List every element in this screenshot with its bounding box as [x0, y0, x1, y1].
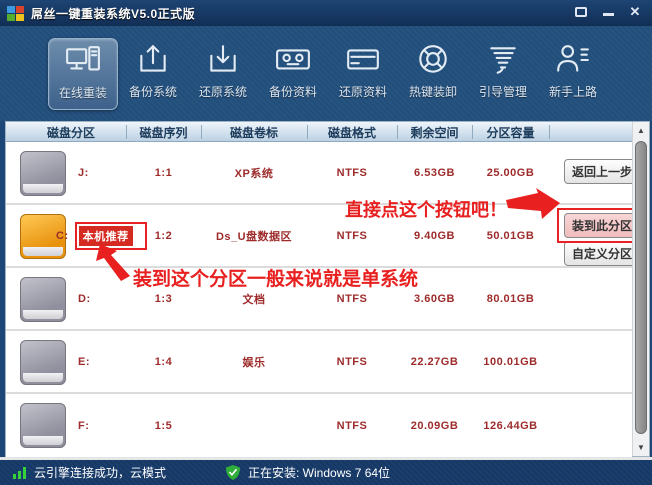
free-space: 20.09GB: [397, 394, 472, 457]
toolbar-item-restore-data[interactable]: 还原资料: [328, 38, 398, 110]
capacity: 25.00GB: [472, 142, 549, 203]
volume-label: [201, 394, 307, 457]
back-button[interactable]: 返回上一步: [564, 159, 640, 184]
toolbar-item-backup-data[interactable]: 备份资料: [258, 38, 328, 110]
disk-format: NTFS: [307, 394, 397, 457]
cloud-status-text: 云引擎连接成功，云模式: [34, 464, 166, 481]
drive-letter: C:: [56, 230, 69, 242]
disk-serial: 1:2: [126, 205, 201, 266]
column-header: 分区容量: [472, 122, 549, 142]
toolbar-item-label: 热键装卸: [409, 83, 457, 100]
tornado-icon: [485, 42, 521, 78]
scrollbar-up-arrow[interactable]: ▲: [633, 123, 649, 138]
capacity: 80.01GB: [472, 268, 549, 329]
column-header: 磁盘格式: [307, 122, 397, 142]
close-button[interactable]: ✕: [626, 4, 644, 19]
toolbar-item-label: 还原资料: [339, 83, 387, 100]
toolbar-item-label: 备份资料: [269, 83, 317, 100]
volume-label: XP系统: [201, 142, 307, 203]
window-title: 屌丝一键重装系统V5.0正式版: [31, 5, 195, 22]
disk-serial: 1:5: [126, 394, 201, 457]
column-header: 磁盘序列: [126, 122, 201, 142]
install-status-text: 正在安装: Windows 7 64位: [248, 464, 390, 481]
box-arrow-up-icon: [135, 42, 171, 78]
toolbar-item-online-reinstall[interactable]: 在线重装: [48, 38, 118, 110]
toolbar-item-label: 引导管理: [479, 83, 527, 100]
partition-row-d[interactable]: D: 1:3 文档 NTFS 3.60GB 80.01GB: [6, 268, 632, 331]
partition-row-j[interactable]: J: 1:1 XP系统 NTFS 6.53GB 25.00GB 返回上一步: [6, 142, 632, 205]
app-logo-icon: [7, 6, 24, 21]
volume-label: 文档: [201, 268, 307, 329]
scrollbar: ▲ ▼: [632, 122, 649, 456]
toolbar-item-label: 还原系统: [199, 83, 247, 100]
lifebuoy-icon: [415, 42, 451, 78]
partition-row-f[interactable]: F: 1:5 NTFS 20.09GB 126.44GB: [6, 394, 632, 457]
toolbar-item-label: 在线重装: [59, 84, 107, 101]
app-window: 屌丝一键重装系统V5.0正式版 ✕ 在线重装 备份系统 还原系统: [0, 0, 652, 485]
minimize-button[interactable]: [599, 4, 617, 19]
capacity: 126.44GB: [472, 394, 549, 457]
disk-serial: 1:4: [126, 331, 201, 392]
recommended-badge: 本机推荐: [79, 226, 133, 246]
drive-icon: [20, 340, 66, 385]
scrollbar-thumb[interactable]: [635, 141, 647, 434]
drive-icon: [20, 151, 66, 196]
disk-format: NTFS: [307, 142, 397, 203]
disk-format: NTFS: [307, 268, 397, 329]
free-space: 3.60GB: [397, 268, 472, 329]
toolbar-item-restore-system[interactable]: 还原系统: [188, 38, 258, 110]
drive-card-icon: [345, 42, 381, 78]
skin-icon: [575, 7, 587, 17]
custom-partition-button[interactable]: 自定义分区: [564, 241, 640, 266]
shield-icon: [226, 465, 240, 480]
toolbar-item-hotkey[interactable]: 热键装卸: [398, 38, 468, 110]
drive-icon: [20, 403, 66, 448]
drive-icon: [20, 277, 66, 322]
free-space: 22.27GB: [397, 331, 472, 392]
minimize-icon: [603, 13, 614, 16]
volume-label: 娱乐: [201, 331, 307, 392]
signal-bars-icon: [13, 467, 26, 479]
statusbar: 云引擎连接成功，云模式 正在安装: Windows 7 64位: [0, 460, 652, 485]
free-space: 6.53GB: [397, 142, 472, 203]
skin-button[interactable]: [572, 4, 590, 19]
cassette-icon: [275, 42, 311, 78]
box-arrow-down-icon: [205, 42, 241, 78]
titlebar: 屌丝一键重装系统V5.0正式版 ✕: [0, 0, 652, 26]
monitor-tower-icon: [65, 43, 101, 79]
toolbar: 在线重装 备份系统 还原系统 备份资料 还原资料: [0, 26, 652, 121]
column-header: 磁盘分区: [16, 122, 126, 142]
toolbar-item-label: 新手上路: [549, 83, 597, 100]
close-icon: ✕: [630, 5, 641, 18]
toolbar-item-label: 备份系统: [129, 83, 177, 100]
disk-serial: 1:1: [126, 142, 201, 203]
partition-table: 磁盘分区 磁盘序列 磁盘卷标 磁盘格式 剩余空间 分区容量 J: 1:1 XP系…: [5, 121, 650, 457]
disk-format: NTFS: [307, 205, 397, 266]
toolbar-item-newbie-guide[interactable]: 新手上路: [538, 38, 608, 110]
install-to-partition-button[interactable]: 装到此分区: [564, 213, 640, 238]
person-list-icon: [555, 42, 591, 78]
toolbar-item-backup-system[interactable]: 备份系统: [118, 38, 188, 110]
capacity: 100.01GB: [472, 331, 549, 392]
capacity: 50.01GB: [472, 205, 549, 266]
partition-row-c[interactable]: C: 本机推荐 1:2 Ds_U盘数据区 NTFS 9.40GB 50.01GB…: [6, 205, 632, 268]
column-header: 剩余空间: [397, 122, 472, 142]
free-space: 9.40GB: [397, 205, 472, 266]
scrollbar-down-arrow[interactable]: ▼: [633, 440, 649, 455]
disk-format: NTFS: [307, 331, 397, 392]
disk-serial: 1:3: [126, 268, 201, 329]
table-header: 磁盘分区 磁盘序列 磁盘卷标 磁盘格式 剩余空间 分区容量: [6, 122, 632, 142]
volume-label: Ds_U盘数据区: [201, 205, 307, 266]
toolbar-item-boot-manager[interactable]: 引导管理: [468, 38, 538, 110]
column-header: 磁盘卷标: [201, 122, 307, 142]
partition-row-e[interactable]: E: 1:4 娱乐 NTFS 22.27GB 100.01GB: [6, 331, 632, 394]
